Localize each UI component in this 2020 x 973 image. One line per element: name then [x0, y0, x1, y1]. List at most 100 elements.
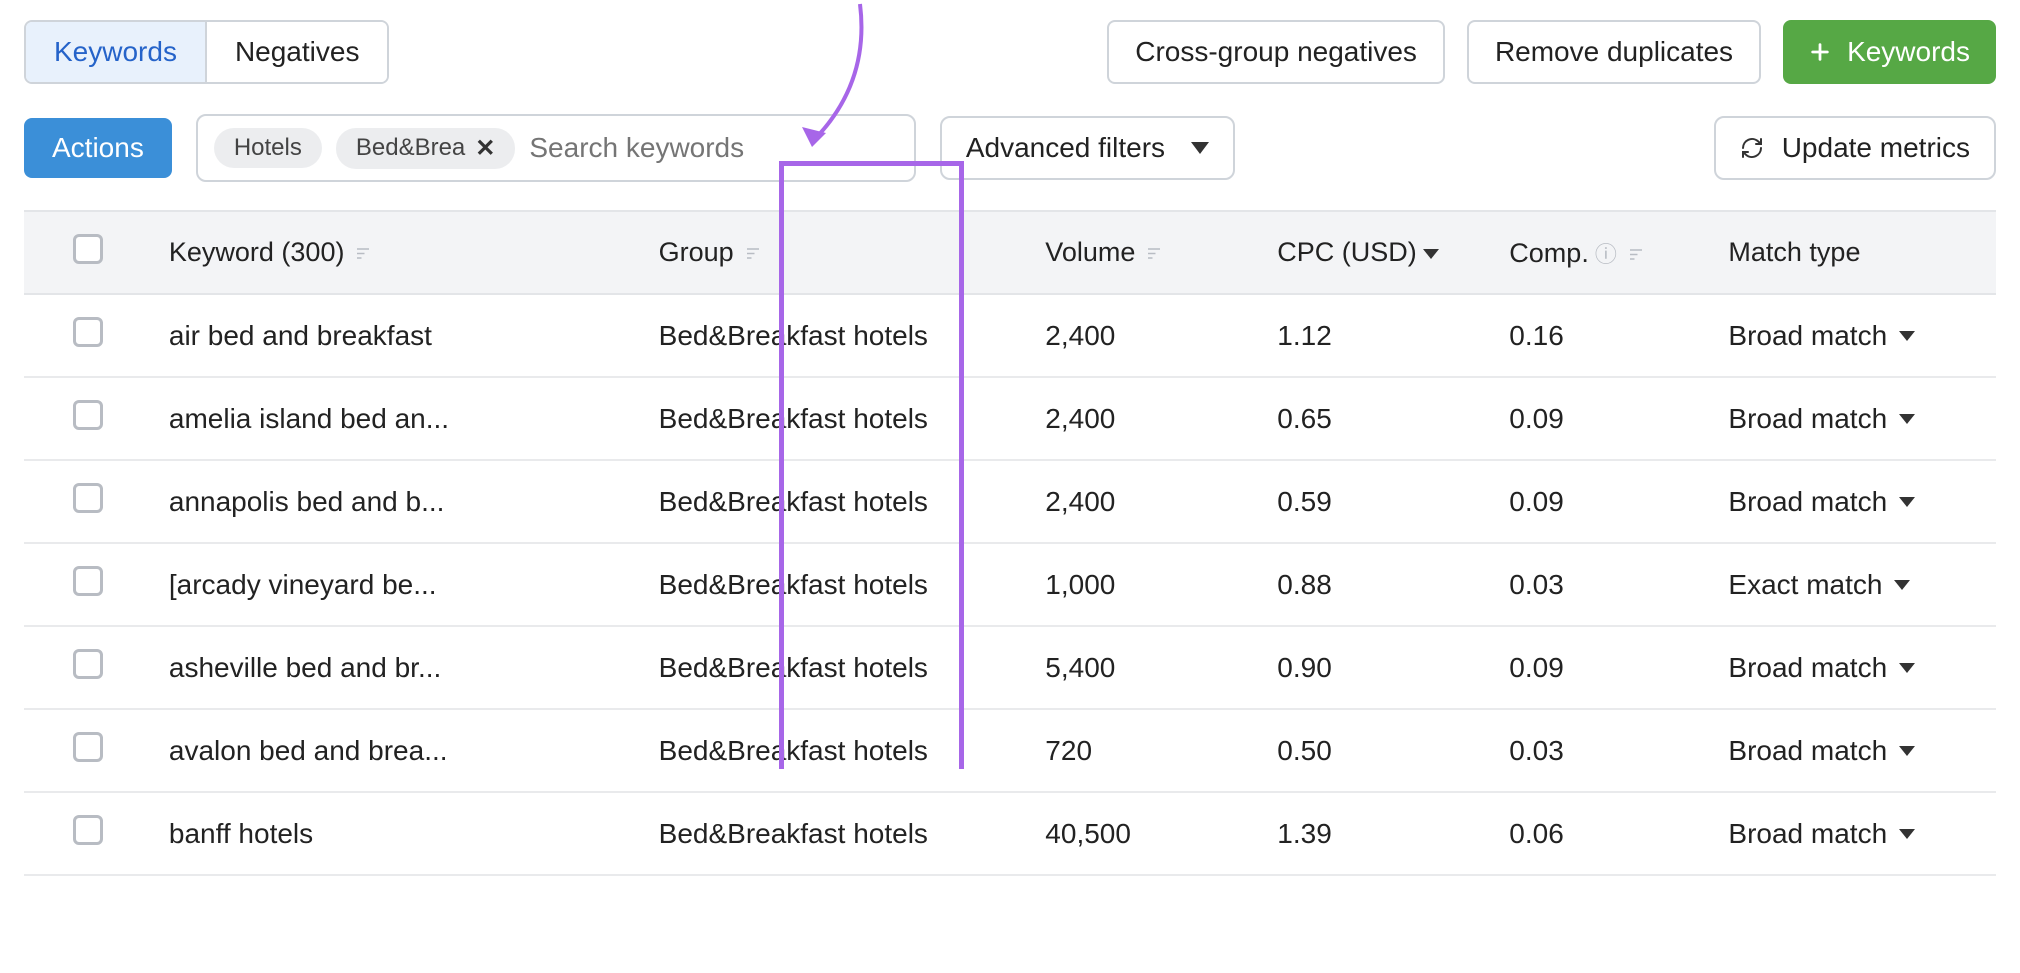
- advanced-filters-label: Advanced filters: [966, 132, 1165, 164]
- col-group-label: Group: [659, 237, 734, 267]
- cell-volume: 2,400: [1029, 460, 1261, 543]
- chevron-down-icon: [1423, 249, 1439, 259]
- sort-icon: [1627, 238, 1645, 269]
- cell-match-type[interactable]: Broad match: [1712, 709, 1996, 792]
- filter-chip-bedbrea[interactable]: Bed&Brea ✕: [336, 128, 516, 169]
- col-volume-label: Volume: [1045, 237, 1135, 267]
- col-group[interactable]: Group: [643, 211, 1030, 294]
- table-row: air bed and breakfastBed&Breakfast hotel…: [24, 294, 1996, 377]
- cell-cpc: 0.65: [1261, 377, 1493, 460]
- cell-group[interactable]: Bed&Breakfast hotels: [643, 543, 1030, 626]
- cell-group[interactable]: Bed&Breakfast hotels: [643, 626, 1030, 709]
- remove-duplicates-button[interactable]: Remove duplicates: [1467, 20, 1761, 84]
- match-type-label: Exact match: [1728, 569, 1882, 601]
- cell-keyword[interactable]: air bed and breakfast: [153, 294, 643, 377]
- chevron-down-icon: [1899, 829, 1915, 839]
- select-all-checkbox[interactable]: [73, 234, 103, 264]
- row-checkbox[interactable]: [73, 483, 103, 513]
- cell-cpc: 0.90: [1261, 626, 1493, 709]
- close-icon[interactable]: ✕: [475, 134, 495, 163]
- cell-comp: 0.09: [1493, 377, 1712, 460]
- chevron-down-icon: [1899, 746, 1915, 756]
- cell-match-type[interactable]: Broad match: [1712, 460, 1996, 543]
- col-volume[interactable]: Volume: [1029, 211, 1261, 294]
- row-checkbox[interactable]: [73, 732, 103, 762]
- cell-keyword[interactable]: annapolis bed and b...: [153, 460, 643, 543]
- row-checkbox[interactable]: [73, 566, 103, 596]
- cell-group[interactable]: Bed&Breakfast hotels: [643, 792, 1030, 875]
- tab-group: Keywords Negatives: [24, 20, 389, 84]
- match-type-label: Broad match: [1728, 403, 1887, 435]
- plus-icon: [1809, 41, 1831, 63]
- refresh-icon: [1740, 136, 1764, 160]
- cell-match-type[interactable]: Broad match: [1712, 626, 1996, 709]
- sort-icon: [744, 237, 762, 268]
- match-type-label: Broad match: [1728, 735, 1887, 767]
- table-row: annapolis bed and b...Bed&Breakfast hote…: [24, 460, 1996, 543]
- cell-match-type[interactable]: Broad match: [1712, 294, 1996, 377]
- col-comp[interactable]: Comp.ⓘ: [1493, 211, 1712, 294]
- cell-keyword[interactable]: [arcady vineyard be...: [153, 543, 643, 626]
- chevron-down-icon: [1899, 414, 1915, 424]
- table-row: amelia island bed an...Bed&Breakfast hot…: [24, 377, 1996, 460]
- cell-match-type[interactable]: Broad match: [1712, 377, 1996, 460]
- chevron-down-icon: [1899, 663, 1915, 673]
- add-keywords-button[interactable]: Keywords: [1783, 20, 1996, 84]
- row-checkbox[interactable]: [73, 317, 103, 347]
- cell-group[interactable]: Bed&Breakfast hotels: [643, 294, 1030, 377]
- cell-volume: 1,000: [1029, 543, 1261, 626]
- cross-group-negatives-button[interactable]: Cross-group negatives: [1107, 20, 1445, 84]
- table-row: [arcady vineyard be...Bed&Breakfast hote…: [24, 543, 1996, 626]
- actions-button[interactable]: Actions: [24, 118, 172, 178]
- cell-keyword[interactable]: avalon bed and brea...: [153, 709, 643, 792]
- cell-cpc: 0.88: [1261, 543, 1493, 626]
- row-checkbox[interactable]: [73, 400, 103, 430]
- row-checkbox[interactable]: [73, 649, 103, 679]
- table-row: banff hotelsBed&Breakfast hotels40,5001.…: [24, 792, 1996, 875]
- col-cpc[interactable]: CPC (USD): [1261, 211, 1493, 294]
- chevron-down-icon: [1899, 331, 1915, 341]
- cell-keyword[interactable]: amelia island bed an...: [153, 377, 643, 460]
- cell-match-type[interactable]: Broad match: [1712, 792, 1996, 875]
- cell-match-type[interactable]: Exact match: [1712, 543, 1996, 626]
- col-match-type[interactable]: Match type: [1712, 211, 1996, 294]
- update-metrics-label: Update metrics: [1782, 132, 1970, 164]
- cell-group[interactable]: Bed&Breakfast hotels: [643, 460, 1030, 543]
- cell-volume: 5,400: [1029, 626, 1261, 709]
- match-type-label: Broad match: [1728, 818, 1887, 850]
- col-match-type-label: Match type: [1728, 237, 1860, 267]
- search-keywords-container[interactable]: Hotels Bed&Brea ✕: [196, 114, 916, 182]
- keywords-table: Keyword (300) Group Volume CPC (USD) Com…: [24, 210, 1996, 876]
- table-row: asheville bed and br...Bed&Breakfast hot…: [24, 626, 1996, 709]
- info-icon: ⓘ: [1595, 237, 1617, 269]
- cell-comp: 0.16: [1493, 294, 1712, 377]
- update-metrics-button[interactable]: Update metrics: [1714, 116, 1996, 180]
- cell-group[interactable]: Bed&Breakfast hotels: [643, 377, 1030, 460]
- cell-volume: 720: [1029, 709, 1261, 792]
- match-type-label: Broad match: [1728, 486, 1887, 518]
- cell-cpc: 0.59: [1261, 460, 1493, 543]
- col-keyword-label: Keyword (300): [169, 237, 345, 267]
- tab-negatives[interactable]: Negatives: [205, 22, 388, 82]
- cell-comp: 0.03: [1493, 543, 1712, 626]
- cell-comp: 0.09: [1493, 460, 1712, 543]
- cell-cpc: 1.39: [1261, 792, 1493, 875]
- search-input[interactable]: [529, 132, 897, 164]
- match-type-label: Broad match: [1728, 320, 1887, 352]
- add-keywords-label: Keywords: [1847, 36, 1970, 68]
- advanced-filters-button[interactable]: Advanced filters: [940, 116, 1235, 180]
- cell-keyword[interactable]: asheville bed and br...: [153, 626, 643, 709]
- cell-cpc: 0.50: [1261, 709, 1493, 792]
- cell-cpc: 1.12: [1261, 294, 1493, 377]
- chevron-down-icon: [1899, 497, 1915, 507]
- filter-chip-label: Bed&Brea: [356, 134, 465, 162]
- filter-chip-hotels[interactable]: Hotels: [214, 128, 322, 168]
- cell-group[interactable]: Bed&Breakfast hotels: [643, 709, 1030, 792]
- chevron-down-icon: [1894, 580, 1910, 590]
- row-checkbox[interactable]: [73, 815, 103, 845]
- cell-comp: 0.03: [1493, 709, 1712, 792]
- tab-keywords[interactable]: Keywords: [26, 22, 205, 82]
- col-keyword[interactable]: Keyword (300): [153, 211, 643, 294]
- table-row: avalon bed and brea...Bed&Breakfast hote…: [24, 709, 1996, 792]
- cell-keyword[interactable]: banff hotels: [153, 792, 643, 875]
